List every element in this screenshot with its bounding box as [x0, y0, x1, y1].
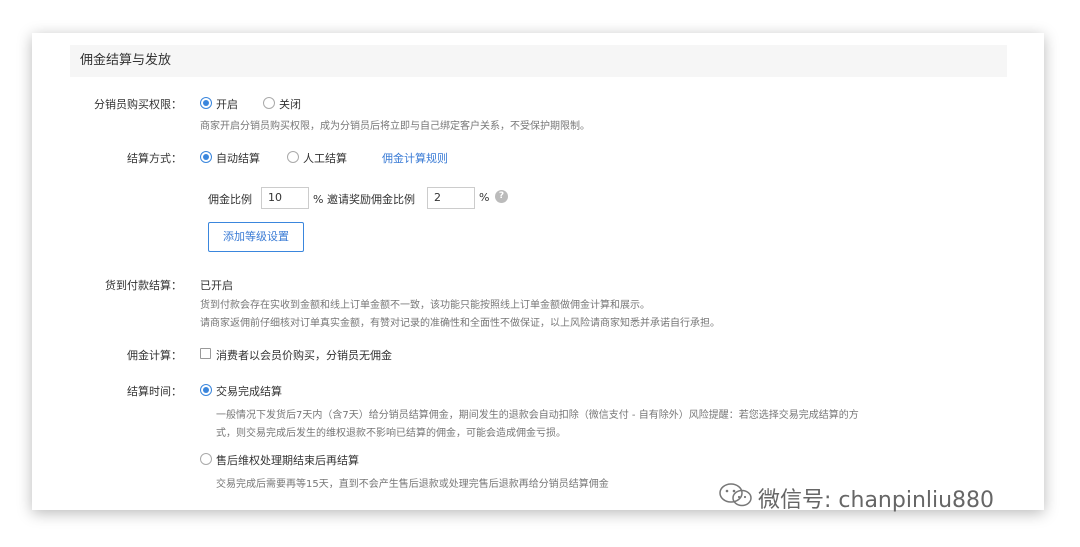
invite-percent-sign: % [479, 191, 490, 204]
radio-permission-off-label[interactable]: 关闭 [279, 96, 301, 112]
radio-auto-settlement-label[interactable]: 自动结算 [216, 150, 260, 166]
radio-trade-complete[interactable] [200, 384, 212, 396]
add-level-button[interactable]: 添加等级设置 [208, 222, 304, 252]
member-price-checkbox-label[interactable]: 消费者以会员价购买，分销员无佣金 [216, 347, 392, 363]
commission-ratio-label: 佣金比例 [208, 193, 252, 206]
watermark-text: 微信号: chanpinliu880 [758, 488, 995, 513]
commission-calc-label: 佣金计算： [127, 349, 182, 362]
cod-settlement-hint-2: 请商家返佣前仔细核对订单真实金额，有赞对记录的准确性和全面性不做保证，以上风险请… [200, 318, 720, 329]
radio-trade-complete-label[interactable]: 交易完成结算 [216, 383, 282, 399]
settlement-method-label: 结算方式： [127, 152, 182, 165]
trade-complete-hint-2: 式，则交易完成后发生的维权退款不影响已结算的佣金，可能会造成佣金亏损。 [216, 428, 566, 439]
invite-ratio-input[interactable]: 2 [427, 187, 475, 209]
commission-ratio-input[interactable]: 10 [261, 187, 309, 209]
trade-complete-hint-1: 一般情况下发货后7天内（含7天）给分销员结算佣金，期间发生的退款会自动扣除（微信… [216, 410, 859, 421]
radio-after-sale-end-label[interactable]: 售后维权处理期结束后再结算 [216, 452, 359, 468]
question-circle-icon[interactable]: ? [495, 190, 508, 203]
wechat-icon [719, 483, 752, 507]
cod-settlement-hint-1: 货到付款会存在实收到金额和线上订单金额不一致，该功能只能按照线上订单金额做佣金计… [200, 300, 650, 311]
cod-settlement-status: 已开启 [200, 279, 233, 292]
after-sale-end-hint: 交易完成后需要再等15天，直到不会产生售后退款或处理完售后退款再给分销员结算佣金 [216, 479, 609, 490]
radio-manual-settlement[interactable] [287, 151, 299, 163]
radio-permission-on-label[interactable]: 开启 [216, 96, 238, 112]
section-title: 佣金结算与发放 [70, 45, 1007, 77]
commission-rules-link[interactable]: 佣金计算规则 [382, 150, 448, 166]
radio-after-sale-end[interactable] [200, 453, 212, 465]
purchase-permission-hint: 商家开启分销员购买权限，成为分销员后将立即与自己绑定客户关系，不受保护期限制。 [200, 121, 590, 132]
radio-permission-on[interactable] [200, 97, 212, 109]
settings-card: 佣金结算与发放 分销员购买权限： 开启 关闭 商家开启分销员购买权限，成为分销员… [32, 33, 1044, 510]
radio-auto-settlement[interactable] [200, 151, 212, 163]
member-price-checkbox[interactable] [200, 348, 211, 359]
invite-ratio-label: % 邀请奖励佣金比例 [313, 193, 415, 206]
purchase-permission-label: 分销员购买权限： [94, 98, 182, 111]
radio-manual-settlement-label[interactable]: 人工结算 [303, 150, 347, 166]
radio-permission-off[interactable] [263, 97, 275, 109]
settlement-time-label: 结算时间： [127, 385, 182, 398]
cod-settlement-label: 货到付款结算： [105, 279, 182, 292]
